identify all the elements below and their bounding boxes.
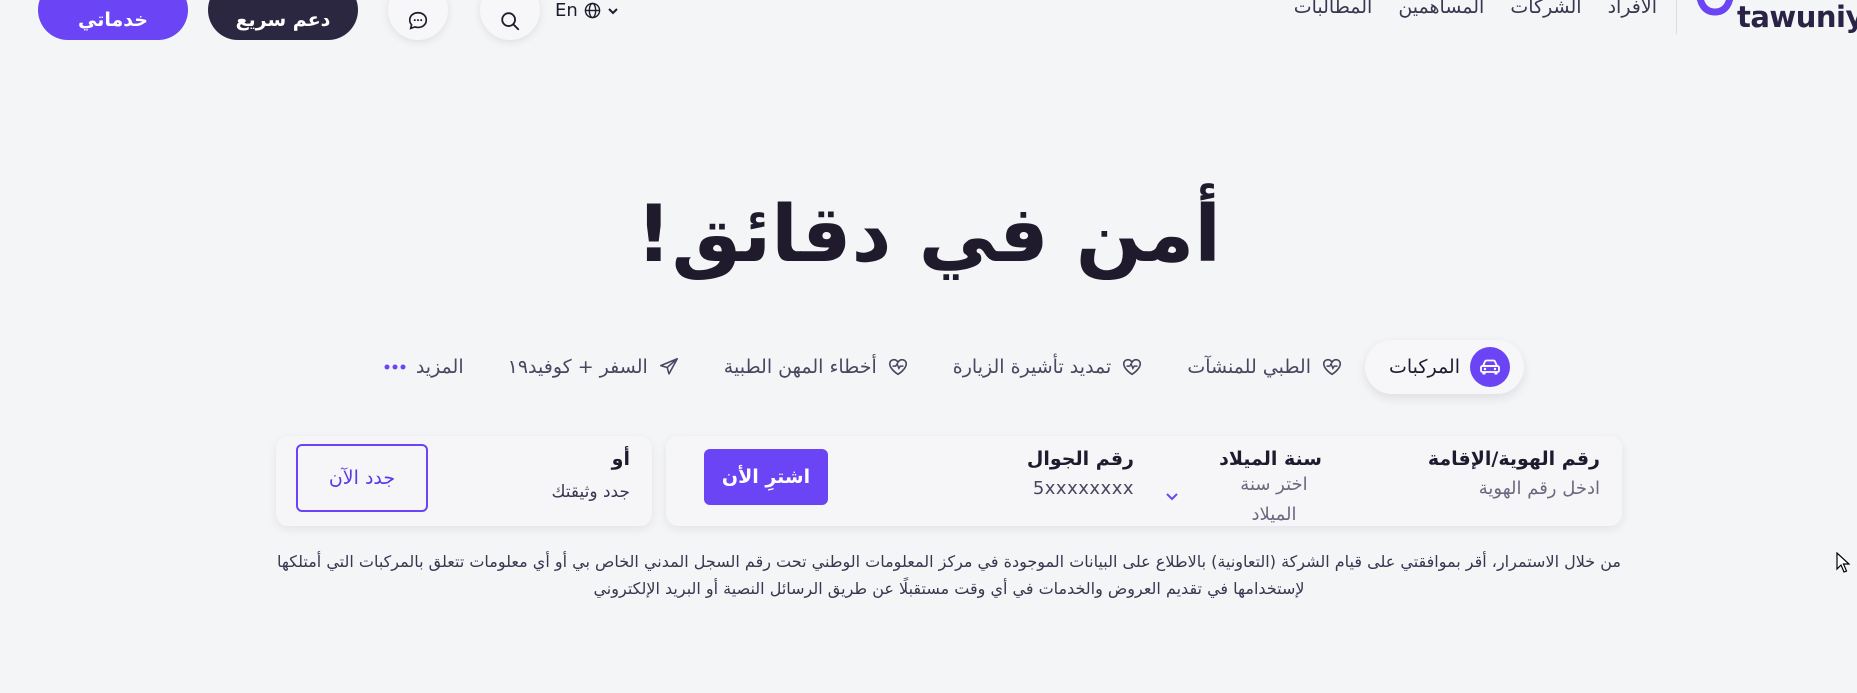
phone-label: رقم الجوال <box>1026 448 1134 470</box>
language-label: En <box>555 0 578 21</box>
plane-icon <box>659 357 678 375</box>
consent-text: من خلال الاستمرار، أقر بموافقتي على قيام… <box>276 548 1622 602</box>
car-icon <box>1480 359 1500 375</box>
id-field[interactable]: رقم الهوية/الإقامة ادخل رقم الهوية <box>1428 448 1600 499</box>
search-button[interactable] <box>480 0 540 40</box>
renew-subtitle: جدد وثيقتك <box>551 482 630 502</box>
chat-icon <box>408 11 428 30</box>
nav-shareholders[interactable]: المساهمين <box>1398 0 1484 18</box>
heart-pulse-icon <box>1123 358 1142 376</box>
id-label: رقم الهوية/الإقامة <box>1427 448 1600 470</box>
phone-field[interactable]: رقم الجوال 5xxxxxxxx <box>934 448 1134 499</box>
birth-year-field[interactable]: سنة الميلاد اختر سنة الميلاد <box>1212 448 1322 530</box>
heart-pulse-icon <box>1322 358 1342 376</box>
globe-icon <box>584 2 601 19</box>
tab-label: أخطاء المهن الطبية <box>723 356 877 378</box>
id-input[interactable]: ادخل رقم الهوية <box>1428 478 1600 499</box>
renew-card: أو جدد وثيقتك جدد الآن <box>276 436 652 526</box>
tab-more[interactable]: المزيد <box>362 340 486 394</box>
car-icon-wrapper <box>1470 347 1510 387</box>
tab-vehicles[interactable]: المركبات <box>1365 340 1524 394</box>
chevron-down-icon[interactable] <box>1164 488 1180 504</box>
hero-title: أمن في دقائق! <box>635 190 1222 280</box>
consent-line-1: من خلال الاستمرار، أقر بموافقتي على قيام… <box>277 552 1621 571</box>
search-icon <box>501 12 520 31</box>
tab-medical-malpractice[interactable]: أخطاء المهن الطبية <box>702 340 931 394</box>
my-services-button[interactable]: خدماتي <box>38 0 188 40</box>
tab-label: الطبي للمنشآت <box>1187 356 1311 378</box>
tab-visit-visa-extension[interactable]: تمديد تأشيرة الزيارة <box>931 340 1166 394</box>
dots-icon <box>384 364 406 370</box>
tab-travel-covid[interactable]: السفر + كوفيد١٩ <box>486 340 702 394</box>
quick-support-button[interactable]: دعم سريع <box>208 0 358 40</box>
birth-year-placeholder-line1: اختر سنة <box>1240 474 1308 495</box>
nav-companies[interactable]: الشركات <box>1510 0 1581 18</box>
nav-individuals[interactable]: الأفراد <box>1608 0 1657 18</box>
logo-mark-icon <box>1696 0 1734 16</box>
birth-year-label: سنة الميلاد <box>1219 448 1322 470</box>
tab-label: تمديد تأشيرة الزيارة <box>952 356 1112 378</box>
renew-now-button[interactable]: جدد الآن <box>296 444 428 512</box>
chevron-down-icon <box>608 7 618 14</box>
tab-label: المزيد <box>415 356 464 378</box>
heart-pulse-icon <box>888 358 907 376</box>
buy-now-button[interactable]: اشترِ الأن <box>704 449 828 505</box>
nav-claims[interactable]: المطالبات <box>1294 0 1373 18</box>
logo-text: tawuniya <box>1737 0 1857 34</box>
consent-line-2: لإستخدامها في تقديم العروض والخدمات في أ… <box>593 579 1305 598</box>
chat-button[interactable] <box>388 0 448 40</box>
header-divider <box>1676 0 1677 34</box>
quote-form: رقم الهوية/الإقامة ادخل رقم الهوية سنة ا… <box>666 436 1622 526</box>
main-nav: الأفراد الشركات المساهمين المطالبات <box>1294 0 1657 18</box>
product-tabs: المركبات الطبي للمنشآت تمديد تأشيرة الزي… <box>362 340 1524 394</box>
tab-medical-enterprises[interactable]: الطبي للمنشآت <box>1165 340 1365 394</box>
mouse-cursor-icon <box>1836 552 1850 573</box>
birth-year-select[interactable]: اختر سنة الميلاد <box>1212 470 1322 530</box>
language-switcher[interactable]: En <box>555 0 619 21</box>
tab-label: السفر + كوفيد١٩ <box>507 356 648 378</box>
renew-title: أو <box>611 448 630 470</box>
phone-input[interactable]: 5xxxxxxxx <box>934 478 1134 499</box>
top-header: tawuniya الأفراد الشركات المساهمين المطا… <box>0 0 1857 48</box>
tab-label: المركبات <box>1389 356 1460 378</box>
birth-year-placeholder-line2: الميلاد <box>1251 504 1297 525</box>
tawuniya-logo[interactable]: tawuniya <box>1687 0 1857 34</box>
